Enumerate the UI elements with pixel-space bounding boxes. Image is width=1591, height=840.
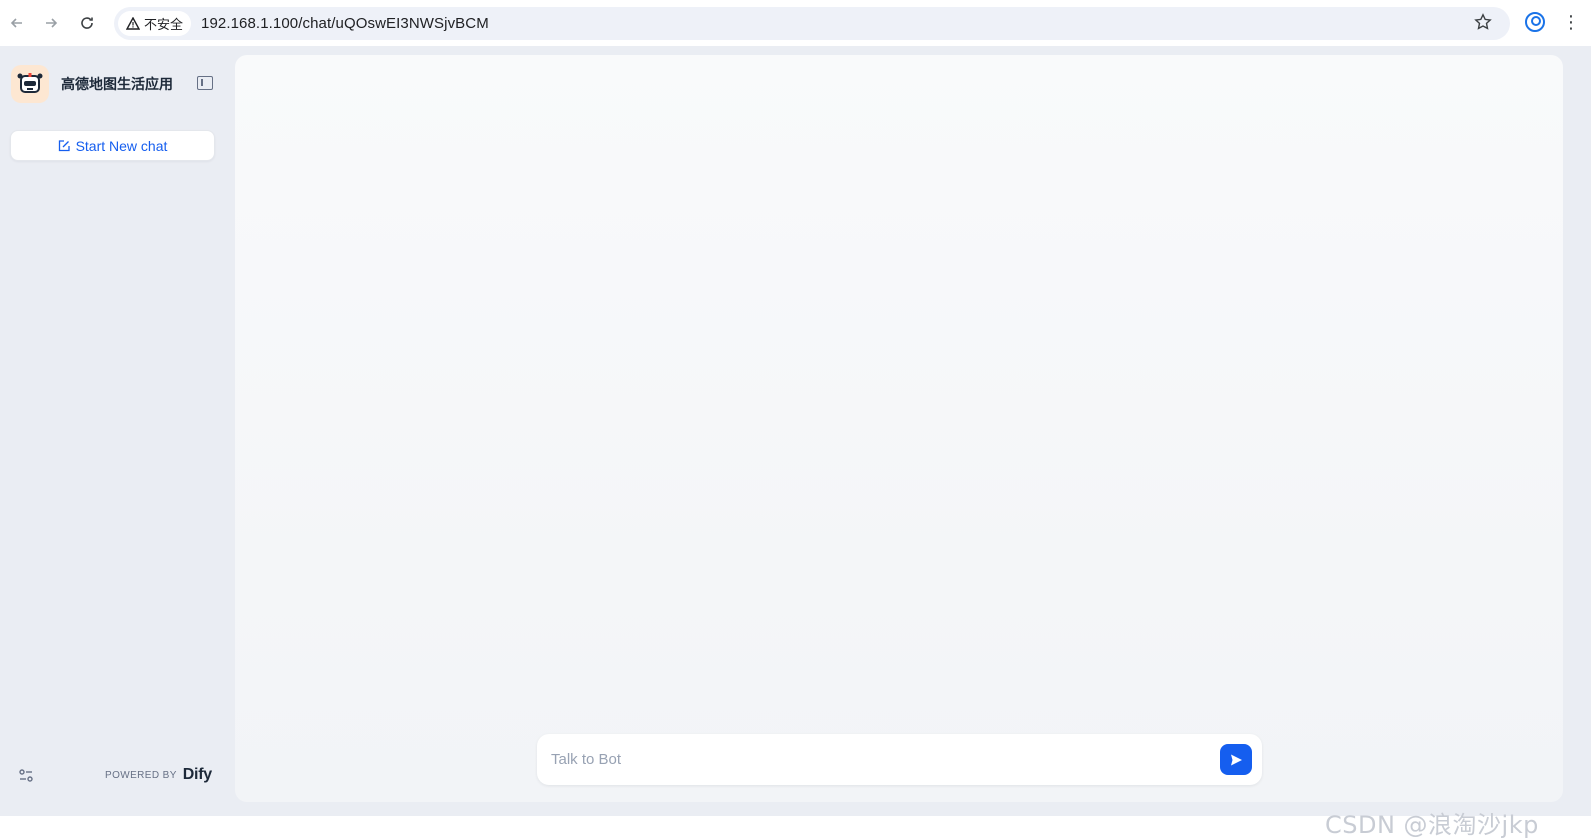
profile-icon[interactable] — [1525, 12, 1545, 32]
reload-icon — [81, 17, 93, 29]
warning-icon — [126, 17, 140, 30]
chat-main-panel — [235, 55, 1563, 802]
security-label: 不安全 — [144, 17, 184, 32]
start-new-chat-button[interactable]: Start New chat — [10, 130, 215, 161]
address-bar[interactable]: 不安全 192.168.1.100/chat/uQOswEI3NWSjvBCM — [114, 7, 1510, 40]
arrow-right-icon — [46, 18, 58, 28]
security-chip[interactable]: 不安全 — [118, 11, 192, 36]
app-container: 高德地图生活应用 Start New chat POWERED BY Dify — [0, 46, 1591, 839]
powered-by: POWERED BY Dify — [105, 766, 212, 784]
kebab-menu-icon[interactable]: ⋮ — [1562, 12, 1580, 32]
star-icon[interactable] — [1474, 13, 1492, 31]
watermark: CSDN @浪淘沙jkp — [1325, 811, 1539, 839]
sidebar: 高德地图生活应用 Start New chat POWERED BY Dify — [0, 46, 233, 816]
settings-sliders-icon[interactable] — [18, 768, 34, 784]
dify-logo: Dify — [182, 766, 212, 783]
edit-icon — [58, 139, 70, 151]
forward-button[interactable] — [38, 10, 64, 36]
sidebar-toggle-icon[interactable] — [197, 76, 213, 90]
powered-by-label: POWERED BY — [105, 769, 177, 781]
app-header: 高德地图生活应用 — [11, 64, 221, 104]
chat-input[interactable] — [551, 751, 1191, 768]
arrow-left-icon — [10, 18, 22, 28]
back-button[interactable] — [4, 10, 30, 36]
url-text[interactable]: 192.168.1.100/chat/uQOswEI3NWSjvBCM — [201, 15, 489, 32]
app-name: 高德地图生活应用 — [61, 76, 173, 92]
start-new-chat-label: Start New chat — [75, 137, 168, 154]
browser-toolbar: 不安全 192.168.1.100/chat/uQOswEI3NWSjvBCM … — [0, 0, 1591, 46]
send-icon — [1231, 754, 1242, 765]
robot-avatar-icon — [11, 65, 49, 103]
send-button[interactable] — [1220, 744, 1252, 775]
chat-input-box — [537, 734, 1262, 785]
reload-button[interactable] — [74, 10, 100, 36]
